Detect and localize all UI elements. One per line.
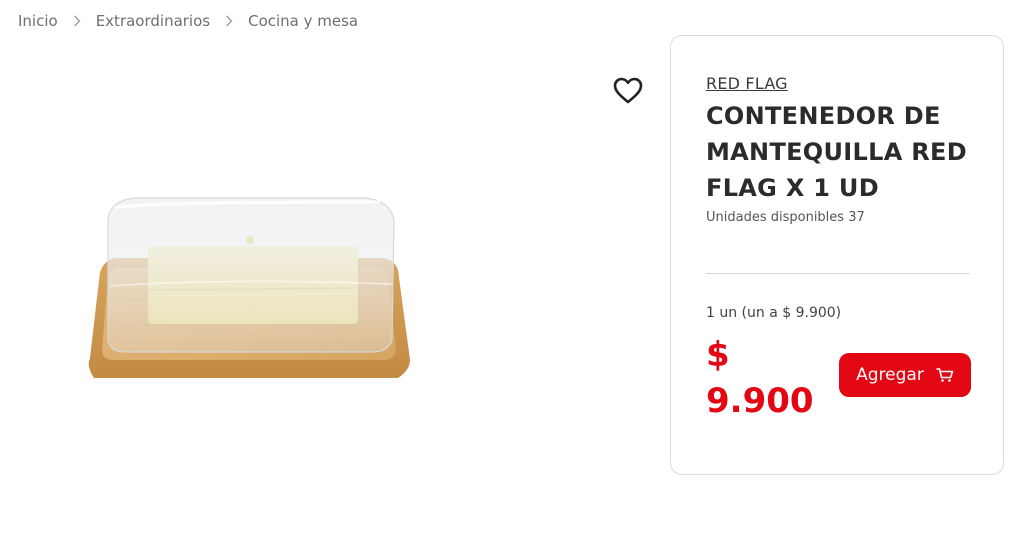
stock-availability: Unidades disponibles 37 [706,210,865,225]
brand-link[interactable]: RED FLAG [706,74,788,93]
cart-icon [936,367,954,383]
product-page: Inicio Extraordinarios Cocina y mesa RED… [0,0,1024,533]
chevron-right-icon [225,15,233,27]
breadcrumb-item-cocina-y-mesa[interactable]: Cocina y mesa [248,12,358,30]
unit-price: 1 un (un a $ 9.900) [706,305,842,321]
chevron-right-icon [73,15,81,27]
product-info-card: RED FLAG CONTENEDOR DE MANTEQUILLA RED F… [670,35,1004,475]
heart-outline-icon[interactable] [612,76,644,106]
product-title: CONTENEDOR DE MANTEQUILLA RED FLAG X 1 U… [706,102,967,202]
product-image [80,190,420,400]
divider [706,273,970,274]
product-price: $ 9.900 [706,335,814,421]
butter-dish-image [88,197,411,378]
add-to-cart-button[interactable]: Agregar [839,353,971,397]
add-button-label: Agregar [856,365,924,385]
breadcrumb-item-extraordinarios[interactable]: Extraordinarios [96,12,210,30]
breadcrumb: Inicio Extraordinarios Cocina y mesa [18,12,358,30]
breadcrumb-item-inicio[interactable]: Inicio [18,12,58,30]
